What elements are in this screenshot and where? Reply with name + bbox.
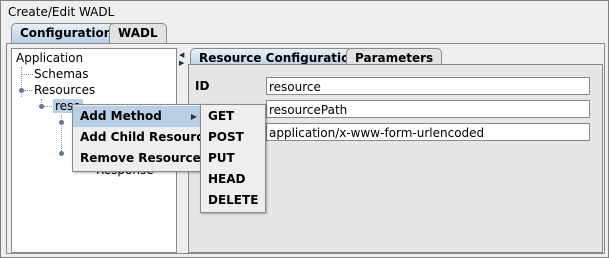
dialog-title: Create/Edit WADL bbox=[8, 5, 115, 19]
tab-configuration[interactable]: Configuration bbox=[11, 23, 122, 43]
method-get-item[interactable]: GET bbox=[201, 106, 265, 127]
tab-wadl[interactable]: WADL bbox=[109, 23, 167, 43]
expand-node-icon[interactable] bbox=[59, 120, 64, 125]
tree-context-menu: Add Method ▶ Add Child Resource Remove R… bbox=[72, 104, 211, 172]
method-delete-item[interactable]: DELETE bbox=[201, 190, 265, 211]
tree-item-application[interactable]: Application bbox=[16, 51, 83, 65]
path-field[interactable]: resourcePath bbox=[266, 100, 590, 118]
expand-right-icon[interactable]: ▶ bbox=[179, 60, 184, 67]
id-field[interactable]: resource bbox=[266, 77, 590, 95]
tree-item-schemas[interactable]: Schemas bbox=[34, 67, 89, 81]
id-label: ID bbox=[195, 79, 210, 93]
expand-node-icon[interactable] bbox=[59, 151, 64, 156]
tree-item-resources[interactable]: Resources bbox=[34, 83, 95, 97]
tree-connector bbox=[24, 90, 32, 91]
method-put-item[interactable]: PUT bbox=[201, 148, 265, 169]
method-post-item[interactable]: POST bbox=[201, 127, 265, 148]
collapse-left-icon[interactable]: ◀ bbox=[179, 52, 184, 59]
method-head-item[interactable]: HEAD bbox=[201, 169, 265, 190]
submenu-arrow-icon: ▶ bbox=[190, 112, 197, 121]
remove-resource-menu-item[interactable]: Remove Resource bbox=[73, 148, 201, 169]
tree-connector bbox=[21, 74, 33, 75]
media-type-field[interactable]: application/x-www-form-urlencoded bbox=[266, 123, 590, 141]
add-method-menu-item[interactable]: Add Method ▶ bbox=[73, 106, 201, 127]
add-method-submenu: GET POST PUT HEAD DELETE bbox=[200, 104, 266, 213]
tree-connector bbox=[44, 106, 52, 107]
add-child-resource-menu-item[interactable]: Add Child Resource bbox=[73, 127, 211, 148]
add-method-label: Add Method bbox=[80, 109, 162, 123]
